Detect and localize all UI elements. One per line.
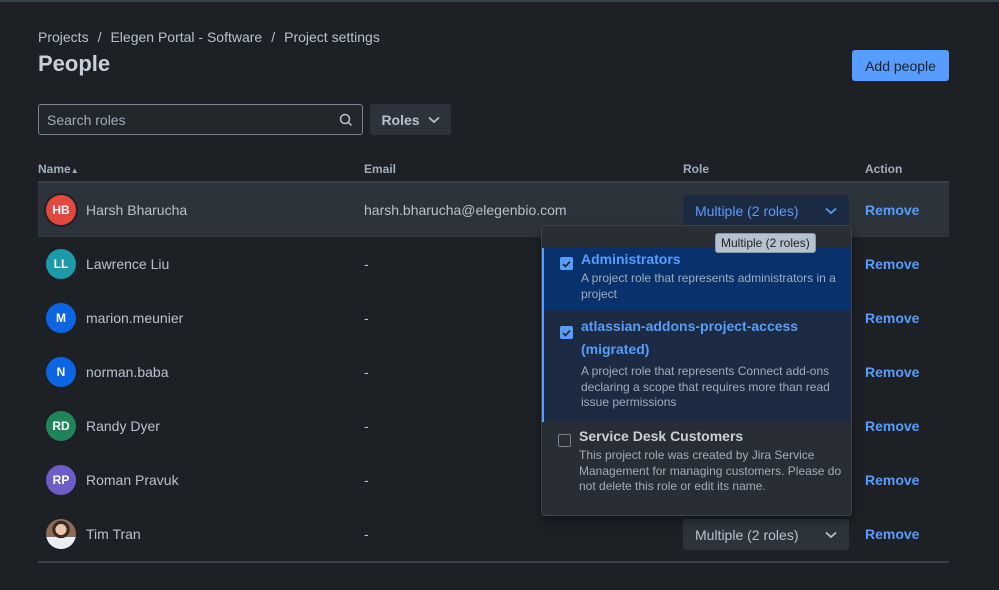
column-name-label: Name [38,162,71,176]
breadcrumb-project[interactable]: Elegen Portal - Software [110,29,262,45]
column-header-email: Email [364,162,397,176]
remove-link[interactable]: Remove [865,418,919,434]
user-email: - [364,526,369,542]
user-name: marion.meunier [86,310,184,326]
breadcrumb-settings[interactable]: Project settings [284,29,380,45]
user-email: - [364,310,369,326]
check-icon [562,329,571,337]
search-input[interactable] [47,111,338,128]
table-footer-divider [38,561,949,563]
roles-filter-button[interactable]: Roles [370,104,451,135]
breadcrumb-separator: / [271,29,276,45]
role-option-addons[interactable]: atlassian-addons-project-access (migrate… [542,310,851,422]
page-title: People [38,51,111,76]
chevron-down-icon [427,116,440,123]
checkbox-unchecked[interactable] [558,434,571,447]
user-name: norman.baba [86,364,169,380]
role-option-description: This project role was created by Jira Se… [579,448,842,493]
role-option-label: Service Desk Customers [579,428,744,444]
column-header-action: Action [865,162,903,176]
remove-link[interactable]: Remove [865,472,919,488]
breadcrumb: Projects / Elegen Portal - Software / Proj… [38,29,380,45]
chevron-down-icon [825,207,837,214]
role-select[interactable]: Multiple (2 roles) [683,519,849,550]
user-name: Tim Tran [86,526,141,542]
user-name: Lawrence Liu [86,256,170,272]
remove-link[interactable]: Remove [865,364,919,380]
user-email: - [364,256,369,272]
user-email: harsh.bharucha@elegenbio.com [364,202,567,218]
role-option-description: A project role that represents Connect a… [581,364,830,409]
role-select-value: Multiple (2 roles) [695,526,799,543]
sort-icon: ▲︎ [70,166,79,175]
avatar-photo [46,519,76,549]
checkbox-checked[interactable] [560,326,573,339]
role-dropdown-menu: Administrators A project role that repre… [541,225,852,516]
user-name: Randy Dyer [86,418,160,434]
breadcrumb-projects[interactable]: Projects [38,29,89,45]
user-email: - [364,418,369,434]
add-people-button[interactable]: Add people [852,50,949,81]
chevron-down-icon [825,531,837,538]
role-select-value: Multiple (2 roles) [695,202,799,219]
user-email: - [364,364,369,380]
role-option-service-desk[interactable]: Service Desk Customers This project role… [542,422,851,515]
search-icon [339,113,353,126]
checkbox-checked[interactable] [560,257,573,270]
avatar: N [46,357,76,387]
column-header-name[interactable]: Name▲︎ [38,162,79,176]
roles-filter-label: Roles [381,111,420,128]
avatar: M [46,303,76,333]
avatar: LL [46,249,76,279]
remove-link[interactable]: Remove [865,310,919,326]
remove-link[interactable]: Remove [865,256,919,272]
avatar: RP [46,465,76,495]
breadcrumb-separator: / [97,29,102,45]
remove-link[interactable]: Remove [865,202,919,218]
tooltip: Multiple (2 roles) [715,233,816,253]
avatar: RD [46,411,76,441]
role-option-label: atlassian-addons-project-access (migrate… [581,318,799,357]
column-header-role: Role [683,162,710,176]
user-name: Harsh Bharucha [86,202,188,218]
user-name: Roman Pravuk [86,472,179,488]
role-option-description: A project role that represents administr… [581,271,836,301]
check-icon [562,260,571,268]
user-email: - [364,472,369,488]
avatar: HB [46,195,76,225]
role-select[interactable]: Multiple (2 roles) [683,195,849,226]
remove-link[interactable]: Remove [865,526,919,542]
search-field[interactable] [38,104,363,135]
role-option-administrators[interactable]: Administrators A project role that repre… [542,248,851,310]
